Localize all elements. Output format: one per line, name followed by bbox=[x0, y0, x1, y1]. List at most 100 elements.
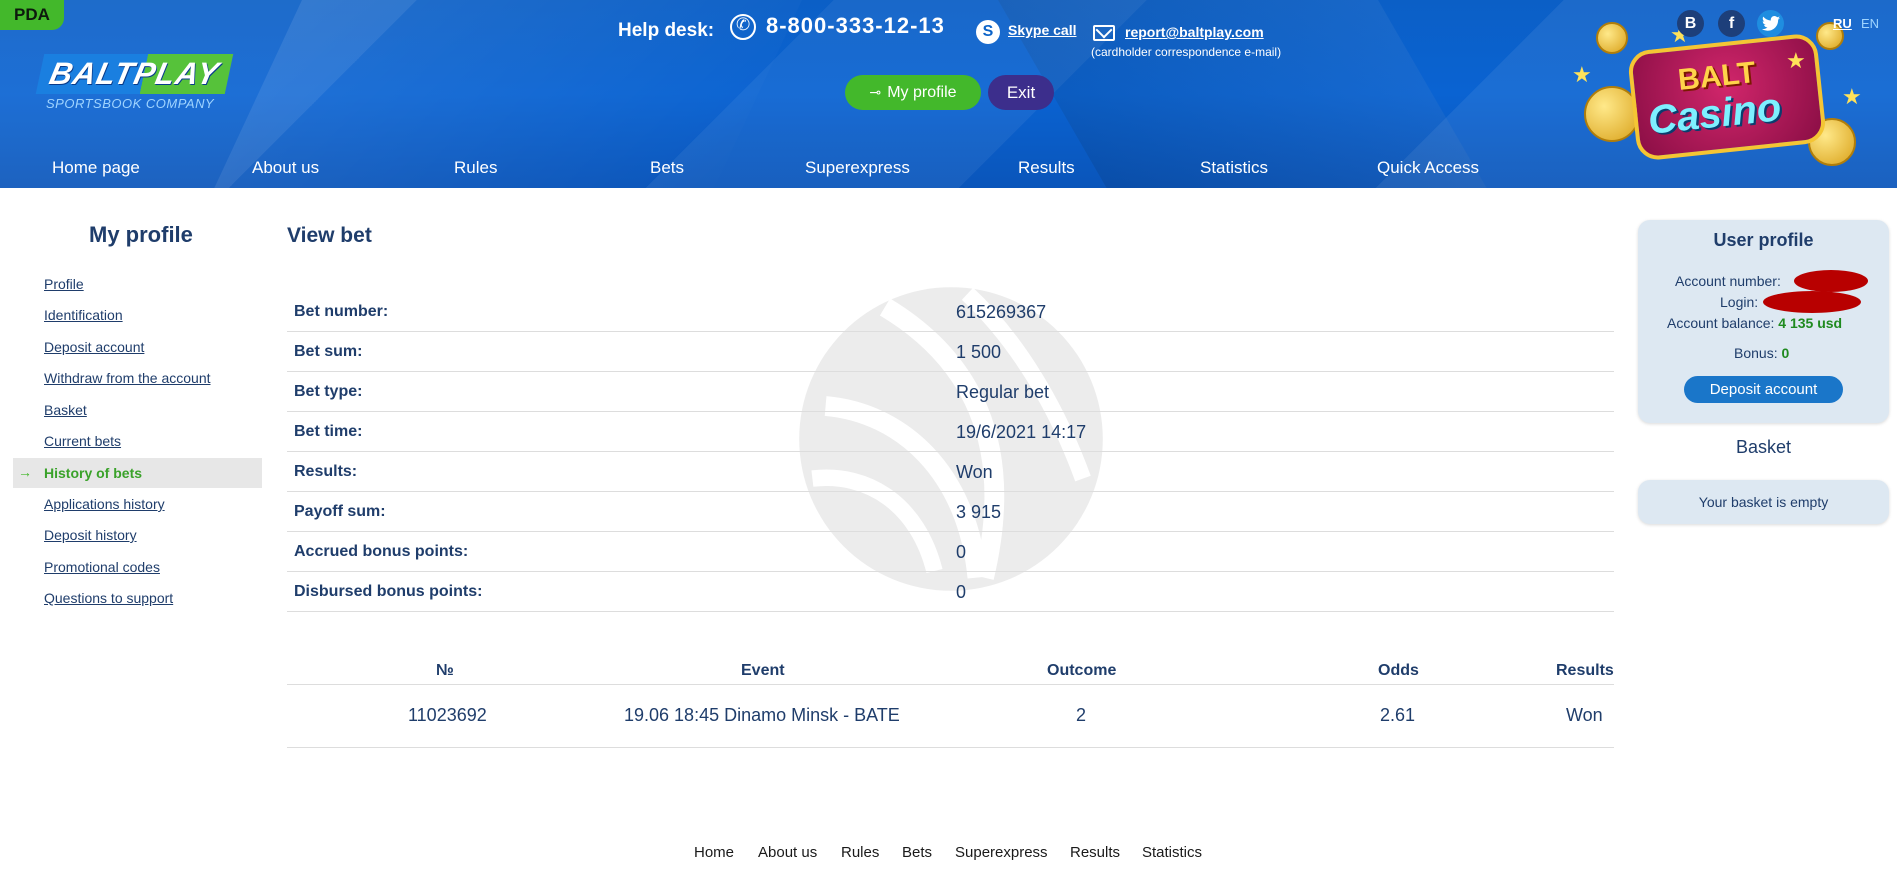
bet-detail-row: Bet number: 615269367 bbox=[287, 292, 1614, 332]
nav-statistics[interactable]: Statistics bbox=[1200, 158, 1268, 178]
bonus-row: Bonus: 0 bbox=[1734, 345, 1789, 361]
event-odds-cell: 2.61 bbox=[1380, 705, 1416, 725]
bet-detail-row: Payoff sum: 3 915 bbox=[287, 492, 1614, 532]
site-header: PDA BALTPLAY SPORTSBOOK COMPANY Help des… bbox=[0, 0, 1897, 188]
footer-results[interactable]: Results bbox=[1070, 844, 1120, 861]
page-title: View bet bbox=[287, 224, 372, 247]
login-label: Login: bbox=[1720, 294, 1759, 310]
footer-home[interactable]: Home bbox=[694, 844, 734, 861]
skype-call-link[interactable]: Skype call bbox=[1008, 22, 1077, 38]
email-note: (cardholder correspondence e-mail) bbox=[1091, 45, 1282, 59]
nav-rules[interactable]: Rules bbox=[454, 158, 497, 178]
vk-icon[interactable]: B bbox=[1677, 10, 1704, 37]
events-row-divider bbox=[287, 747, 1614, 748]
site-logo[interactable]: BALTPLAY SPORTSBOOK COMPANY bbox=[35, 54, 233, 111]
account-number-label: Account number: bbox=[1675, 273, 1781, 289]
basket-empty-message: Your basket is empty bbox=[1638, 480, 1889, 524]
facebook-icon[interactable]: f bbox=[1718, 10, 1745, 37]
exit-button[interactable]: Exit bbox=[988, 75, 1054, 110]
basket-title: Basket bbox=[1735, 437, 1792, 457]
nav-about-us[interactable]: About us bbox=[252, 158, 319, 178]
bet-detail-row: Accrued bonus points: 0 bbox=[287, 532, 1614, 572]
bet-detail-row: Bet type: Regular bet bbox=[287, 372, 1614, 412]
bet-type-label: Bet type: bbox=[294, 383, 363, 400]
event-number-cell: 11023692 bbox=[408, 705, 487, 725]
nav-quick-access[interactable]: Quick Access bbox=[1377, 158, 1479, 178]
results-value: Won bbox=[956, 462, 993, 482]
disbursed-bonus-label: Disbursed bonus points: bbox=[294, 583, 483, 600]
footer-rules[interactable]: Rules bbox=[841, 844, 879, 861]
footer-superexpress[interactable]: Superexpress bbox=[955, 844, 1048, 861]
coin-icon bbox=[1596, 22, 1628, 54]
deposit-account-button[interactable]: Deposit account bbox=[1684, 376, 1843, 403]
sidebar-item-identification[interactable]: Identification bbox=[44, 307, 123, 323]
report-email-link[interactable]: report@baltplay.com bbox=[1125, 24, 1264, 40]
skype-icon: S bbox=[976, 20, 1000, 44]
redacted-login bbox=[1763, 291, 1861, 313]
events-header-odds: Odds bbox=[1378, 662, 1419, 679]
my-profile-button[interactable]: ⊸ My profile bbox=[845, 75, 981, 110]
star-icon: ★ bbox=[1842, 84, 1862, 109]
sidebar-item-promotional-codes[interactable]: Promotional codes bbox=[44, 559, 160, 575]
bonus-value: 0 bbox=[1781, 345, 1790, 361]
events-header-event: Event bbox=[741, 662, 785, 679]
sidebar-item-applications-history[interactable]: Applications history bbox=[44, 496, 165, 512]
sidebar-item-withdraw[interactable]: Withdraw from the account bbox=[44, 370, 211, 386]
accrued-bonus-value: 0 bbox=[956, 542, 967, 562]
main-nav: Home page About us Rules Bets Superexpre… bbox=[0, 152, 1560, 188]
twitter-icon[interactable] bbox=[1757, 10, 1784, 37]
helpdesk-label: Help desk: bbox=[618, 20, 715, 41]
nav-home[interactable]: Home page bbox=[52, 158, 140, 178]
bonus-label: Bonus: bbox=[1734, 345, 1778, 361]
event-result-cell: Won bbox=[1566, 705, 1603, 725]
nav-results[interactable]: Results bbox=[1018, 158, 1075, 178]
bet-detail-row: Bet time: 19/6/2021 14:17 bbox=[287, 412, 1614, 452]
mail-icon bbox=[1093, 25, 1115, 41]
bet-time-label: Bet time: bbox=[294, 423, 363, 440]
key-icon: ⊸ bbox=[869, 84, 882, 100]
bet-detail-row: Results: Won bbox=[287, 452, 1614, 492]
events-header-results: Results bbox=[1556, 662, 1614, 679]
sidebar-item-current-bets[interactable]: Current bets bbox=[44, 433, 121, 449]
event-outcome-cell: 2 bbox=[1076, 705, 1087, 725]
sidebar-item-profile[interactable]: Profile bbox=[44, 276, 84, 292]
accrued-bonus-label: Accrued bonus points: bbox=[294, 543, 469, 560]
helpdesk-phone[interactable]: 8-800-333-12-13 bbox=[766, 13, 945, 39]
bet-detail-row: Bet sum: 1 500 bbox=[287, 332, 1614, 372]
sidebar-title: My profile bbox=[89, 222, 193, 247]
footer-bets[interactable]: Bets bbox=[902, 844, 932, 861]
logo-sub-text: SPORTSBOOK COMPANY bbox=[46, 96, 215, 111]
bet-detail-row: Disbursed bonus points: 0 bbox=[287, 572, 1614, 612]
bet-sum-label: Bet sum: bbox=[294, 343, 363, 360]
bet-number-value: 615269367 bbox=[956, 302, 1047, 322]
footer-about-us[interactable]: About us bbox=[758, 844, 817, 861]
lang-ru-link[interactable]: RU bbox=[1833, 16, 1852, 31]
user-profile-title: User profile bbox=[1713, 230, 1814, 250]
sidebar-item-basket[interactable]: Basket bbox=[44, 402, 87, 418]
star-icon: ★ bbox=[1786, 48, 1806, 73]
sidebar-item-questions-to-support[interactable]: Questions to support bbox=[44, 590, 173, 606]
phone-icon bbox=[730, 14, 756, 40]
my-profile-label: My profile bbox=[887, 83, 957, 101]
event-name-cell: 19.06 18:45 Dinamo Minsk - BATE bbox=[624, 705, 900, 725]
arrow-right-icon: → bbox=[18, 464, 32, 480]
payoff-sum-value: 3 915 bbox=[956, 502, 1002, 522]
account-balance-label: Account balance: bbox=[1667, 315, 1775, 331]
pda-badge[interactable]: PDA bbox=[0, 0, 64, 30]
bet-time-value: 19/6/2021 14:17 bbox=[956, 422, 1087, 442]
lang-en-link[interactable]: EN bbox=[1861, 16, 1879, 31]
disbursed-bonus-value: 0 bbox=[956, 582, 967, 602]
sidebar-item-deposit-account[interactable]: Deposit account bbox=[44, 339, 144, 355]
star-icon: ★ bbox=[1572, 62, 1592, 87]
sidebar-item-deposit-history[interactable]: Deposit history bbox=[44, 527, 137, 543]
footer-statistics[interactable]: Statistics bbox=[1142, 844, 1202, 861]
events-header-outcome: Outcome bbox=[1047, 662, 1117, 679]
user-profile-panel: User profile Account number: Login: Acco… bbox=[1638, 220, 1889, 423]
results-label: Results: bbox=[294, 463, 358, 480]
account-balance-value: 4 135 usd bbox=[1778, 315, 1843, 331]
sidebar-item-history-of-bets[interactable]: History of bets bbox=[44, 465, 142, 481]
events-header-number: № bbox=[436, 662, 454, 679]
nav-bets[interactable]: Bets bbox=[650, 158, 684, 178]
bet-type-value: Regular bet bbox=[956, 382, 1050, 402]
nav-superexpress[interactable]: Superexpress bbox=[805, 158, 910, 178]
